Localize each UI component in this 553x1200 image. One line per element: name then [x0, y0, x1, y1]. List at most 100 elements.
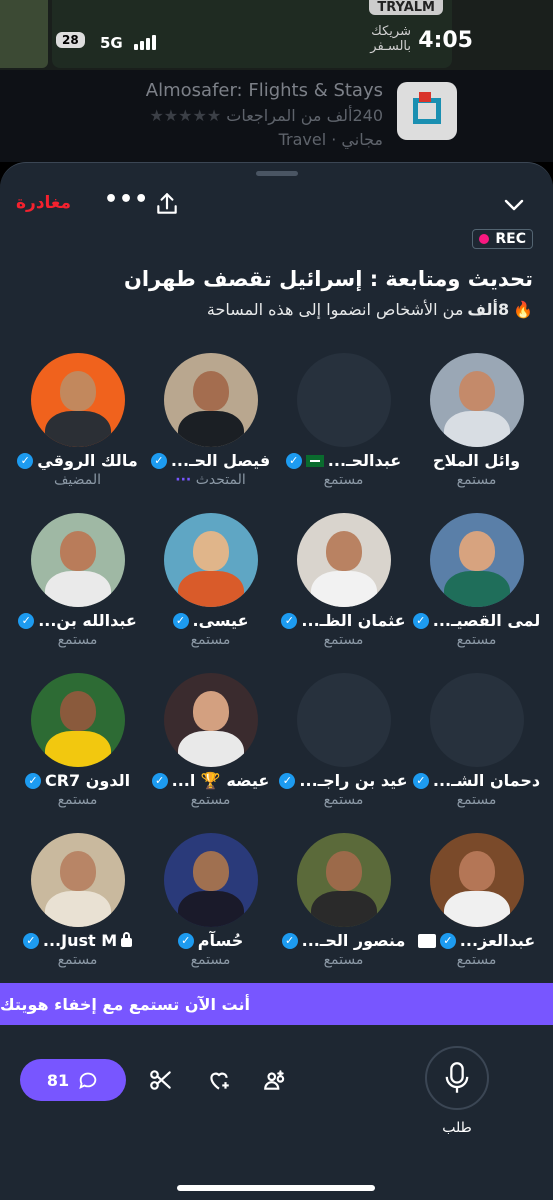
participant[interactable]: عيد بن راجـ... ✓ مستمع [277, 673, 410, 808]
participant-name: مالك الروقي ✓ [11, 451, 144, 470]
participant-role: مستمع [456, 792, 497, 808]
avatar [163, 513, 258, 607]
background-app-tile [0, 0, 48, 68]
avatar [429, 353, 524, 447]
avatar [429, 513, 524, 607]
participant-name: عيضه 🏆 ا... ✓ [144, 771, 277, 790]
participant-name: دحمان الشـ... ✓ [410, 771, 543, 790]
request-label: طلب [442, 1120, 472, 1136]
participant-name: فيصل الحـ... ✓ [144, 451, 277, 470]
avatar [163, 833, 258, 927]
participant-role: المضيف [53, 472, 102, 488]
verified-icon: ✓ [150, 452, 167, 469]
participant-name: عثمان الظـ... ✓ [277, 611, 410, 630]
participant[interactable]: عبدالعز... ✓ مستمع [410, 833, 543, 968]
verified-icon: ✓ [439, 932, 456, 949]
participant-name: Just M... ✓ [11, 931, 144, 950]
lock-icon [121, 932, 133, 947]
recording-badge: REC [472, 229, 533, 249]
participant-name: عبدالله بن... ✓ [11, 611, 144, 630]
avatar [30, 513, 125, 607]
participant[interactable]: Just M... ✓ مستمع [11, 833, 144, 968]
participant-role: مستمع [190, 632, 231, 648]
participant[interactable]: وائل الملاح مستمع [410, 353, 543, 488]
home-indicator[interactable] [177, 1185, 375, 1191]
verified-icon: ✓ [412, 612, 429, 629]
participant[interactable]: عيضه 🏆 ا... ✓ مستمع [144, 673, 277, 808]
chevron-down-icon[interactable] [501, 193, 527, 217]
avatar [296, 833, 391, 927]
participant-name: عيسى. ✓ [144, 611, 277, 630]
verified-icon: ✓ [172, 612, 189, 629]
heart-plus-icon[interactable] [206, 1067, 232, 1093]
avatar [429, 833, 524, 927]
participant[interactable]: الدون CR7 ✓ مستمع [11, 673, 144, 808]
participant-name: الدون CR7 ✓ [11, 771, 144, 790]
verified-icon: ✓ [22, 932, 39, 949]
avatar [30, 673, 125, 767]
app-ad[interactable]: Almosafer: Flights & Stays 240ألف من الم… [0, 70, 553, 162]
verified-icon: ✓ [285, 452, 302, 469]
recording-dot-icon [479, 234, 490, 244]
avatar [30, 353, 125, 447]
verified-icon: ✓ [281, 612, 298, 629]
verified-icon: ✓ [151, 772, 168, 789]
ad-reviews: 240ألف من المراجعات ★★★★★ [149, 106, 383, 125]
participant-role: مستمع [57, 632, 98, 648]
clock: 4:05 [418, 28, 473, 53]
participant-name: عبدالحـ... ✓ [277, 451, 410, 470]
space-listener-count: 🔥 8ألف من الأشخاص انضموا إلى هذه المساحة [206, 300, 533, 319]
participant[interactable]: مالك الروقي ✓ المضيف [11, 353, 144, 488]
avatar [296, 353, 391, 447]
participant[interactable]: عبدالحـ... ✓ مستمع [277, 353, 410, 488]
battery-indicator: 28 [56, 32, 85, 48]
verified-icon: ✓ [18, 612, 35, 629]
participant-role: مستمع [456, 632, 497, 648]
verified-icon: ✓ [24, 772, 41, 789]
participant-role: مستمع [323, 472, 364, 488]
participant-name: عبدالعز... ✓ [410, 931, 543, 950]
participant[interactable]: عبدالله بن... ✓ مستمع [11, 513, 144, 648]
ad-title: Almosafer: Flights & Stays [145, 80, 383, 101]
avatar [296, 513, 391, 607]
participant-role: مستمع [190, 792, 231, 808]
verified-icon: ✓ [177, 932, 194, 949]
participant-name: حُسآم ✓ [144, 931, 277, 950]
status-bar: TRYALM شريكك بالسـفر 28 5G 4:05 [0, 0, 553, 80]
avatar [30, 833, 125, 927]
star-rating: ★★★★★ [149, 106, 222, 125]
scissors-icon[interactable] [148, 1067, 174, 1093]
participant[interactable]: حُسآم ✓ مستمع [144, 833, 277, 968]
avatar [163, 353, 258, 447]
participant[interactable]: عثمان الظـ... ✓ مستمع [277, 513, 410, 648]
share-icon[interactable] [154, 191, 180, 217]
add-people-icon[interactable] [262, 1067, 288, 1093]
verified-icon: ✓ [412, 772, 429, 789]
participant[interactable]: منصور الحـ... ✓ مستمع [277, 833, 410, 968]
badge-icon [417, 933, 436, 948]
leave-button[interactable]: مغادرة [16, 193, 71, 213]
sheet-grabber[interactable] [256, 171, 298, 176]
participant-name: وائل الملاح [432, 451, 521, 470]
avatar [163, 673, 258, 767]
participant-role: مستمع [323, 952, 364, 968]
replies-button[interactable]: 81 [20, 1059, 126, 1101]
participant[interactable]: دحمان الشـ... ✓ مستمع [410, 673, 543, 808]
participant-role: مستمع [456, 472, 497, 488]
verified-icon: ✓ [281, 932, 298, 949]
space-top-bar: مغادرة ••• [0, 187, 553, 223]
more-options-button[interactable]: ••• [104, 187, 149, 212]
background-ad-text: شريكك بالسـفر [370, 24, 411, 54]
speaking-icon: ··· [175, 472, 192, 488]
network-label: 5G [100, 34, 123, 52]
participant[interactable]: عيسى. ✓ مستمع [144, 513, 277, 648]
participant-role: مستمع [456, 952, 497, 968]
participant[interactable]: فيصل الحـ... ✓ المتحدث ··· [144, 353, 277, 488]
avatar [296, 673, 391, 767]
participant[interactable]: لمى القصيـ... ✓ مستمع [410, 513, 543, 648]
request-to-speak-button[interactable] [425, 1046, 489, 1110]
participant-role: مستمع [323, 792, 364, 808]
space-sheet: مغادرة ••• REC تحديث ومتابعة : إسرائيل ت… [0, 162, 553, 1200]
space-title: تحديث ومتابعة : إسرائيل تقصف طهران [123, 267, 533, 291]
flame-icon: 🔥 [513, 300, 533, 319]
